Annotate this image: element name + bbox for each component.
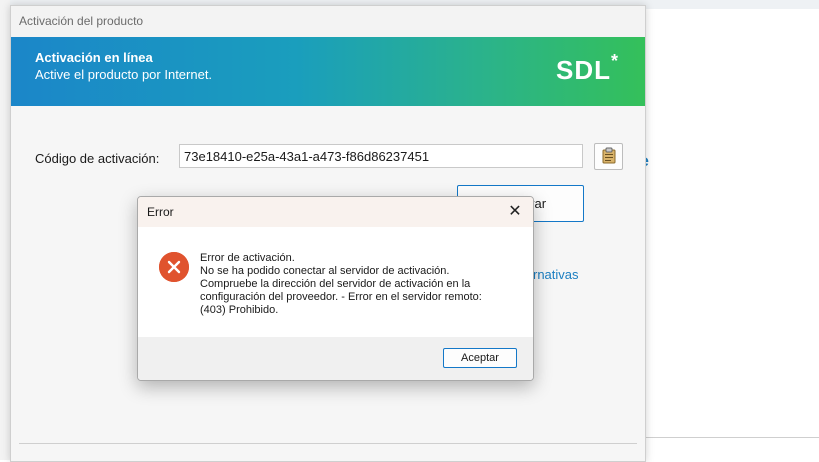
- background-app-right: [644, 9, 819, 460]
- activation-code-label: Código de activación:: [35, 151, 160, 166]
- activation-code-input[interactable]: [179, 144, 583, 168]
- close-icon[interactable]: ✕: [505, 202, 525, 222]
- error-message-line: Compruebe la dirección del servidor de a…: [200, 278, 471, 290]
- error-message-line: configuración del proveedor. - Error en …: [200, 291, 482, 303]
- window-divider: [19, 443, 637, 444]
- banner-subtitle: Active el producto por Internet.: [35, 67, 213, 82]
- background-app-bottom-line: [644, 437, 819, 438]
- error-dialog: Error ✕ Error de activación. No se ha po…: [137, 196, 534, 381]
- error-message-line: (403) Prohibido.: [200, 304, 279, 316]
- error-message-line: No se ha podido conectar al servidor de …: [200, 265, 450, 277]
- window-title: Activación del producto: [11, 6, 645, 37]
- ok-button[interactable]: Aceptar: [443, 348, 517, 368]
- error-message-line: Error de activación.: [200, 252, 295, 264]
- error-message: Error de activación. No se ha podido con…: [200, 252, 520, 317]
- sdl-logo-star: *: [610, 51, 619, 71]
- banner-title: Activación en línea: [35, 50, 153, 65]
- clipboard-icon: [602, 147, 616, 167]
- paste-button[interactable]: [594, 143, 623, 170]
- dialog-title: Error: [138, 197, 533, 227]
- alternatives-link[interactable]: rnativas: [533, 267, 579, 282]
- banner: Activación en línea Active el producto p…: [11, 37, 645, 106]
- error-icon: [159, 252, 189, 282]
- sdl-logo: SDL*: [555, 51, 619, 86]
- sdl-logo-text: SDL: [555, 55, 611, 85]
- background-app-left: [0, 0, 10, 460]
